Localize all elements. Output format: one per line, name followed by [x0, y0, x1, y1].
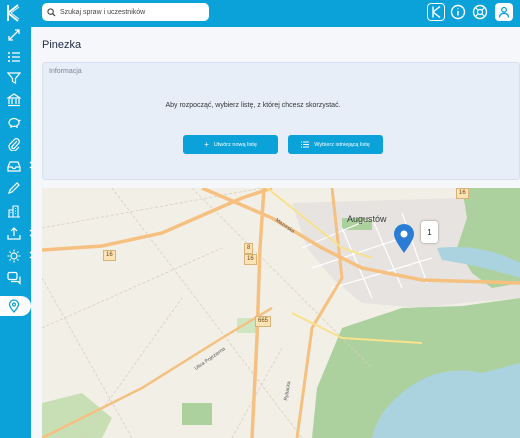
- plus-icon: +: [204, 139, 209, 149]
- info-icon: [450, 4, 466, 20]
- upload-icon[interactable]: [0, 224, 35, 244]
- search-icon: [47, 7, 56, 17]
- logo-icon: [431, 6, 440, 18]
- app-switch-button[interactable]: [427, 3, 445, 21]
- user-icon: [498, 6, 510, 18]
- sidebar: [0, 0, 35, 438]
- road-shield: 16: [456, 188, 469, 199]
- city-label: Augustów: [347, 214, 387, 224]
- info-message: Aby rozpocząć, wybierz listę, z której c…: [165, 102, 341, 109]
- road-shield: 16: [103, 250, 116, 261]
- road-shield: 665: [255, 316, 272, 327]
- buildings-icon[interactable]: [0, 201, 31, 221]
- search-placeholder: Szukaj spraw i uczestników: [60, 8, 146, 16]
- map-pin-icon[interactable]: [0, 296, 31, 316]
- new-list-button[interactable]: + Utwórz nową listę: [183, 135, 278, 154]
- info-label: Informacja: [49, 68, 82, 75]
- support-button[interactable]: [471, 3, 489, 21]
- list-icon[interactable]: [0, 47, 31, 67]
- app-logo[interactable]: [5, 4, 23, 22]
- search-input[interactable]: Szukaj spraw i uczestników: [42, 3, 209, 21]
- existing-list-label: Wybierz istniejącą listę: [314, 141, 370, 148]
- inbox-icon[interactable]: [0, 156, 35, 176]
- piggy-bank-icon[interactable]: [0, 112, 31, 132]
- bank-icon[interactable]: [0, 90, 31, 110]
- chat-icon[interactable]: [0, 268, 31, 288]
- info-panel: Informacja Aby rozpocząć, wybierz listę,…: [42, 62, 520, 180]
- road-shield: 8: [244, 243, 254, 254]
- existing-list-button[interactable]: Wybierz istniejącą listę: [288, 135, 383, 154]
- map[interactable]: Augustów 1 16 8 16 665 16 Mazurska Ulica…: [42, 188, 520, 438]
- marker-cluster[interactable]: 1: [421, 221, 438, 243]
- filter-icon[interactable]: [0, 68, 31, 88]
- pencil-icon[interactable]: [0, 178, 31, 198]
- paperclip-icon[interactable]: [0, 134, 31, 154]
- page-title: Pinezka: [42, 39, 82, 51]
- list-icon: [301, 141, 310, 148]
- main-content: Pinezka Informacja Aby rozpocząć, wybier…: [31, 27, 520, 438]
- info-button[interactable]: [449, 3, 467, 21]
- sun-icon[interactable]: [0, 246, 35, 266]
- expand-icon[interactable]: [0, 25, 31, 45]
- user-profile-button[interactable]: [495, 3, 513, 21]
- new-list-label: Utwórz nową listę: [213, 141, 257, 148]
- lifebuoy-icon: [472, 4, 488, 20]
- top-bar: Szukaj spraw i uczestników: [31, 0, 520, 27]
- road-shield: 16: [244, 254, 257, 265]
